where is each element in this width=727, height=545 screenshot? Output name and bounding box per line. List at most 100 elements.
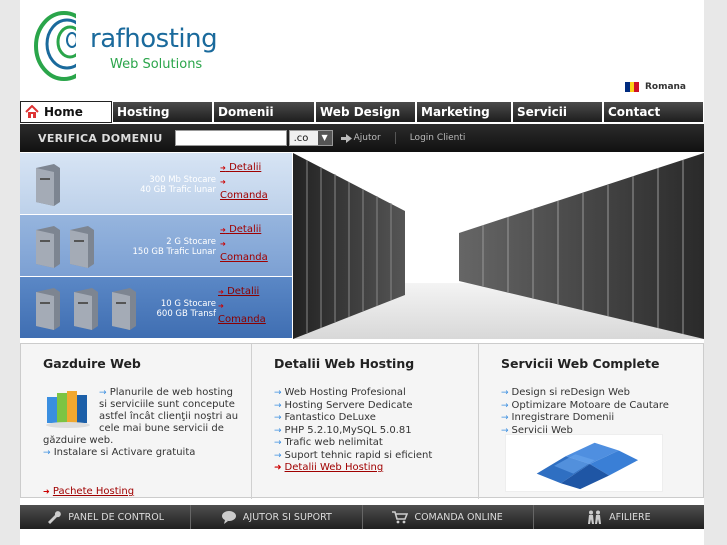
nav-item-hosting[interactable]: Hosting (112, 101, 213, 123)
arrow-icon: → (501, 413, 509, 423)
footer-afiliere[interactable]: AFILIERE (534, 505, 704, 529)
list-item: → Hosting Servere Dedicate (274, 400, 478, 413)
list-item-text: Web Hosting Profesional (284, 387, 406, 398)
footer-bar: PANEL DE CONTROL AJUTOR SI SUPORT COMAND… (20, 505, 704, 529)
divider (394, 132, 396, 144)
datacenter-banner-image (293, 153, 704, 339)
arrow-icon: → (274, 400, 282, 411)
package-details-link[interactable]: ➜ Detalii (220, 223, 268, 237)
nav-label-web-design: Web Design (320, 105, 401, 119)
info-section: Gazduire Web → Planurile de web hosting … (20, 343, 704, 499)
package-details-label: Detalii (229, 162, 262, 173)
list-item-link[interactable]: ➜ Detalii Web Hosting (274, 462, 478, 475)
puzzle-image (505, 434, 663, 492)
nav-item-marketing[interactable]: Marketing (416, 101, 512, 123)
footer-panel-de-control[interactable]: PANEL DE CONTROL (20, 505, 192, 529)
help-link[interactable]: Ajutor (340, 133, 381, 143)
column-title: Servicii Web Complete (501, 356, 660, 371)
chevron-down-icon: ▼ (317, 131, 332, 145)
hosting-boxes-icon (46, 391, 90, 428)
detalii-web-hosting-link[interactable]: Detalii Web Hosting (285, 462, 384, 473)
arrow-right-icon (340, 133, 352, 143)
list-item: → Trafic web nelimitat (274, 437, 478, 450)
nav-label-marketing: Marketing (421, 105, 490, 119)
bullet-arrow-icon: ➜ (220, 226, 226, 234)
arrow-icon: → (501, 400, 509, 411)
package-specs: 10 G Stocare 600 GB Transf (157, 299, 217, 319)
domain-check-label: VERIFICA DOMENIU (38, 131, 163, 145)
domain-check-bar: VERIFICA DOMENIU .co ▼ Ajutor Login Clie… (20, 124, 704, 152)
list-item: → Suport tehnic rapid si eficient (274, 450, 478, 463)
nav-item-home[interactable]: Home (20, 101, 112, 123)
pachete-hosting-link[interactable]: Pachete Hosting (53, 486, 134, 497)
language-label: Romana (644, 82, 686, 92)
cart-icon (392, 511, 409, 524)
column-detalii-web-hosting: Detalii Web Hosting → Web Hosting Profesi… (251, 344, 479, 499)
nav-item-servicii[interactable]: Servicii (512, 101, 603, 123)
wrench-icon (48, 511, 62, 524)
server-icon (36, 226, 60, 268)
package-details-link[interactable]: ➜ Detalii (220, 161, 268, 175)
nav-label-domenii: Domenii (218, 105, 274, 119)
package-order-link[interactable]: Comanda (218, 313, 266, 327)
arrow-icon: → (274, 450, 282, 461)
help-link-label: Ajutor (353, 133, 381, 143)
logo-swirl-icon (34, 8, 98, 82)
server-icon (74, 288, 98, 330)
bullet-arrow-icon: ➜ (220, 178, 226, 186)
column-servicii-web: Servicii Web Complete → Design si reDesig… (479, 344, 703, 499)
home-icon (25, 105, 39, 118)
nav-label-servicii: Servicii (517, 105, 567, 119)
arrow-icon: → (501, 388, 509, 398)
hosting-package-1: 300 Mb Stocare 40 GB Trafic lunar ➜ Deta… (20, 153, 292, 215)
bullet-arrow-icon: ➜ (43, 487, 50, 496)
hosting-package-2: 2 G Stocare 150 GB Trafic Lunar ➜ Detali… (20, 215, 292, 277)
package-links: ➜ Detalii ➜ Comanda (220, 161, 268, 203)
arrow-icon: → (274, 425, 282, 436)
page-container: rafhosting Web Solutions Romana Home Hos… (20, 0, 704, 545)
nav-item-contact[interactable]: Contact (603, 101, 704, 123)
server-icon (112, 288, 136, 330)
footer-label: PANEL DE CONTROL (68, 511, 165, 523)
main-nav: Home Hosting Domenii Web Design Marketin… (20, 101, 704, 123)
arrow-icon: → (274, 438, 282, 448)
package-details-link[interactable]: ➜ Detalii (218, 285, 266, 299)
list-item-text: Optimizare Motoare de Cautare (511, 399, 669, 411)
detalii-list: → Web Hosting Profesional → Hosting Server… (274, 387, 478, 475)
logo-tagline: Web Solutions (110, 57, 203, 72)
people-icon (588, 510, 602, 524)
package-specs: 2 G Stocare 150 GB Trafic Lunar (133, 237, 217, 257)
package-links: ➜ Detalii ➜ Comanda (218, 285, 266, 327)
domain-search-input[interactable] (174, 130, 287, 146)
tld-selected-value: .co (293, 132, 309, 144)
list-item-text: Fantastico DeLuxe (284, 412, 376, 423)
list-item-text: Inregistrare Domenii (511, 412, 615, 423)
package-traffic: 150 GB Trafic Lunar (132, 247, 217, 257)
package-order-link[interactable]: Comanda (220, 189, 268, 203)
login-link[interactable]: Login Clienti (410, 133, 466, 143)
list-item-text: Trafic web nelimitat (284, 437, 383, 448)
site-logo[interactable]: rafhosting Web Solutions (34, 8, 234, 84)
package-traffic: 600 GB Transf (156, 309, 217, 319)
column-title: Gazduire Web (43, 356, 141, 371)
list-item-text: Hosting Servere Dedicate (284, 399, 413, 411)
package-specs: 300 Mb Stocare 40 GB Trafic lunar (140, 175, 216, 195)
arrow-icon: → (274, 413, 282, 423)
footer-comanda-online[interactable]: COMANDA ONLINE (363, 505, 534, 529)
nav-item-domenii[interactable]: Domenii (213, 101, 315, 123)
nav-label-hosting: Hosting (117, 105, 170, 119)
footer-ajutor-si-suport[interactable]: AJUTOR SI SUPORT (191, 505, 363, 529)
server-icon (36, 164, 60, 206)
language-selector[interactable]: Romana (624, 82, 686, 92)
column-gazduire-web: Gazduire Web → Planurile de web hosting … (21, 344, 251, 499)
list-item-text: Design si reDesign Web (511, 387, 630, 398)
bullet-arrow-icon: ➜ (220, 240, 226, 248)
package-order-link[interactable]: Comanda (220, 251, 268, 265)
package-details-label: Detalii (227, 286, 260, 297)
bullet-arrow-icon: ➜ (218, 288, 224, 296)
server-icon (70, 226, 94, 268)
tld-select[interactable]: .co ▼ (288, 130, 333, 146)
chat-bubble-icon (221, 511, 236, 524)
nav-item-web-design[interactable]: Web Design (315, 101, 416, 123)
package-links: ➜ Detalii ➜ Comanda (220, 223, 268, 265)
